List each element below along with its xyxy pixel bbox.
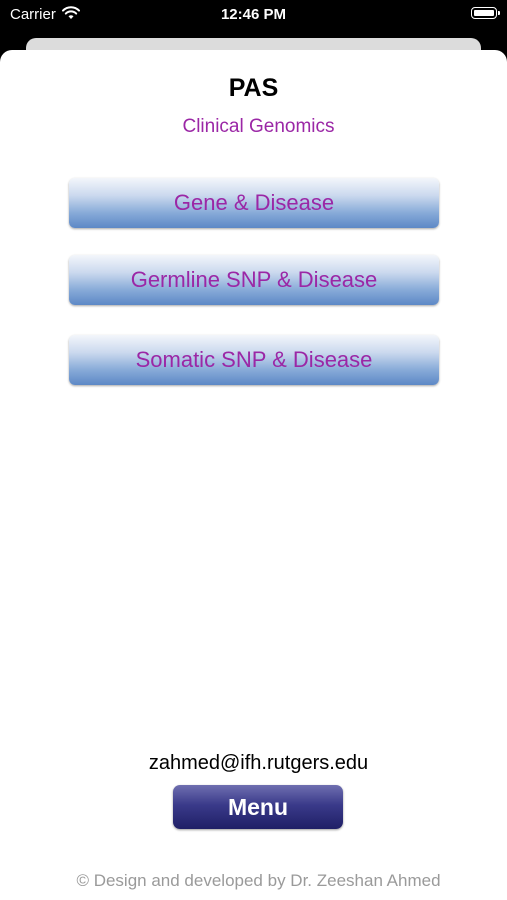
battery-icon bbox=[471, 7, 500, 19]
germline-snp-disease-button[interactable]: Germline SNP & Disease bbox=[69, 255, 439, 305]
contact-email[interactable]: zahmed@ifh.rutgers.edu bbox=[0, 752, 507, 775]
gene-disease-button[interactable]: Gene & Disease bbox=[69, 178, 439, 228]
menu-button[interactable]: Menu bbox=[173, 785, 343, 829]
page-subtitle: Clinical Genomics bbox=[182, 116, 335, 137]
somatic-snp-disease-button[interactable]: Somatic SNP & Disease bbox=[69, 335, 439, 385]
status-time: 12:46 PM bbox=[220, 6, 287, 23]
status-bar: Carrier 12:46 PM bbox=[0, 0, 507, 34]
page-title: PAS bbox=[228, 74, 279, 102]
copyright-text: © Design and developed by Dr. Zeeshan Ah… bbox=[76, 871, 441, 890]
